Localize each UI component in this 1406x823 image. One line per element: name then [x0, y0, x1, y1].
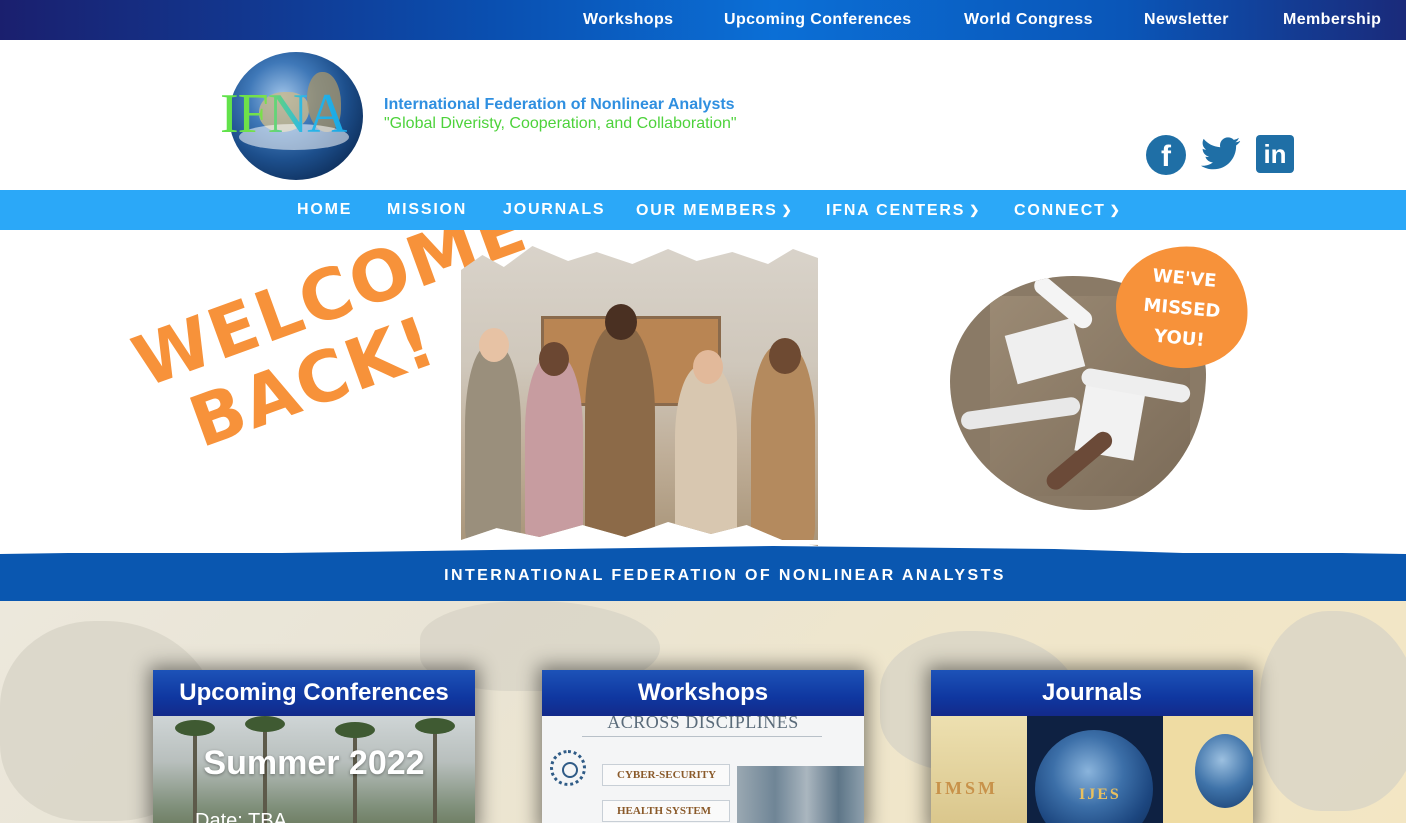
nav-our-members[interactable]: OUR MEMBERS ❯	[636, 190, 793, 230]
person	[585, 326, 655, 546]
nav-our-members-label: OUR MEMBERS	[636, 202, 778, 219]
welcome-back-text: WELCOME BACK!	[123, 230, 538, 472]
hero-banner: WELCOME BACK! WE'VE MISSED YOU! INTERNAT…	[0, 230, 1406, 602]
nav-ifna-centers[interactable]: IFNA CENTERS ❯	[826, 190, 981, 230]
palm-frond	[335, 722, 375, 738]
journals-image: IMSM IJES	[931, 716, 1253, 823]
person	[525, 356, 583, 546]
top-bar: Workshops Upcoming Conferences World Con…	[0, 0, 1406, 40]
chevron-down-icon: ❯	[781, 203, 794, 217]
chevron-down-icon: ❯	[969, 203, 982, 217]
nav-journals-label: JOURNALS	[503, 201, 606, 218]
divider	[582, 736, 822, 737]
logo-text[interactable]: IFNA	[220, 84, 348, 144]
card-upcoming-conferences[interactable]: Upcoming Conferences Summer 2022 Date: T…	[153, 670, 475, 823]
topic-pill: CYBER-SECURITY	[602, 764, 730, 786]
org-name: International Federation of Nonlinear An…	[384, 96, 735, 113]
chevron-down-icon: ❯	[1109, 203, 1122, 217]
journal-label: IJES	[1079, 786, 1121, 803]
conference-headline: Summer 2022	[203, 744, 425, 782]
journal-cover	[931, 716, 1027, 823]
nav-connect[interactable]: CONNECT ❯	[1014, 190, 1122, 230]
facebook-icon[interactable]: f	[1146, 135, 1186, 175]
palm-trees-image: Summer 2022 Date: TBA	[153, 716, 475, 823]
team-celebration-photo	[461, 246, 818, 546]
person-head	[605, 304, 637, 340]
nav-home-label: HOME	[297, 201, 353, 218]
card-title: Journals	[931, 670, 1253, 716]
palm-frond	[175, 720, 215, 736]
nav-mission[interactable]: MISSION	[387, 190, 467, 230]
person	[751, 346, 815, 546]
org-tagline: "Global Diveristy, Cooperation, and Coll…	[384, 115, 737, 132]
top-link-upcoming-conferences[interactable]: Upcoming Conferences	[724, 0, 912, 40]
top-link-workshops[interactable]: Workshops	[583, 0, 673, 40]
top-link-world-congress[interactable]: World Congress	[964, 0, 1093, 40]
band-title: INTERNATIONAL FEDERATION OF NONLINEAR AN…	[444, 567, 1006, 584]
nav-home[interactable]: HOME	[297, 190, 352, 230]
top-link-membership[interactable]: Membership	[1283, 0, 1381, 40]
card-title: Workshops	[542, 670, 864, 716]
person	[675, 366, 737, 546]
network-icon	[550, 750, 586, 786]
card-title: Upcoming Conferences	[153, 670, 475, 716]
person-head	[693, 350, 723, 384]
map-continent	[1260, 611, 1406, 811]
nav-connect-label: CONNECT	[1014, 202, 1106, 219]
linkedin-icon[interactable]: in	[1256, 135, 1294, 173]
top-link-newsletter[interactable]: Newsletter	[1144, 0, 1229, 40]
twitter-icon[interactable]	[1200, 135, 1241, 175]
workshops-image: ACROSS DISCIPLINES CYBER-SECURITY HEALTH…	[542, 712, 864, 823]
card-journals[interactable]: Journals IMSM IJES	[931, 670, 1253, 823]
nav-journals[interactable]: JOURNALS	[503, 190, 605, 230]
workshops-subtitle: ACROSS DISCIPLINES	[607, 712, 799, 732]
palm-frond	[415, 718, 455, 734]
tech-graphic	[737, 766, 864, 823]
topic-pill: HEALTH SYSTEM	[602, 800, 730, 822]
nav-ifna-centers-label: IFNA CENTERS	[826, 202, 966, 219]
card-workshops[interactable]: Workshops ACROSS DISCIPLINES CYBER-SECUR…	[542, 670, 864, 823]
person-head	[539, 342, 569, 376]
person	[465, 346, 521, 546]
palm-frond	[245, 716, 285, 732]
main-nav: HOME MISSION JOURNALS OUR MEMBERS ❯ IFNA …	[0, 190, 1406, 230]
person-head	[479, 328, 509, 362]
person-head	[769, 338, 801, 374]
globe-image	[1195, 734, 1253, 808]
journal-label: IMSM	[935, 778, 998, 798]
site-header: IFNA International Federation of Nonline…	[0, 40, 1406, 190]
nav-mission-label: MISSION	[387, 201, 468, 218]
conference-date: Date: TBA	[195, 810, 287, 823]
